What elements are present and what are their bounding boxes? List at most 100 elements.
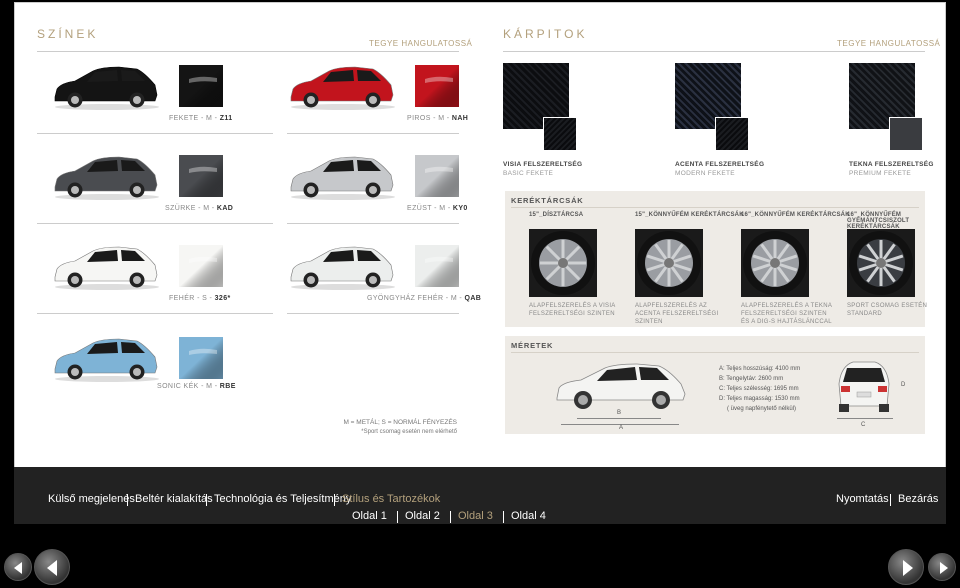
color-label: EZÜST - M - KY0 [407,205,468,212]
upholstery-title: VISIA FELSZERELTSÉG [503,161,583,168]
divider [37,133,273,134]
first-page-arrow-button[interactable] [4,553,32,581]
brochure-viewer: SZÍNEK TEGYE HANGULATOSSÁ FEKETE - M - Z… [0,0,960,588]
dimension-label-b: B [617,410,622,416]
car-side-view [556,363,686,409]
paint-footnote: *Sport csomag esetén nem elérhető [361,429,457,435]
color-code: QAB [464,295,482,302]
nav-separator [127,494,128,506]
divider [37,313,273,314]
navigation-bar: Külső megjelenés Beltér kialakítás Technol… [14,467,946,524]
wheel-description: SPORT CSOMAG ESETÉN STANDARD [847,303,928,317]
divider [503,51,925,52]
color-name: EZÜST - M - [407,205,453,212]
spec-item: A: Teljes hosszúság: 4100 mm [719,366,801,372]
wheel-description: ALAPFELSZERELÉS AZ ACENTA FELSZERELTSÉGI… [635,303,719,325]
close-link[interactable]: Bezárás [898,493,938,505]
dimensions-title: MÉRETEK [511,341,554,350]
dimensions-panel: MÉRETEK B A A: Teljes hosszúság: 4100 mm… [505,336,925,434]
color-label: SZÜRKE - M - KAD [165,205,233,212]
upholstery-title: TEKNA FELSZERELTSÉG [849,161,934,168]
nav-separator [334,494,335,506]
paint-swatch [415,245,459,287]
prev-page-arrow-button[interactable] [34,549,70,585]
page-link-4[interactable]: Oldal 4 [511,510,546,522]
dimension-label-c: C [861,422,866,428]
dimension-label-d: D [901,382,906,388]
page-link-2[interactable]: Oldal 2 [405,510,440,522]
colors-tagline: TEGYE HANGULATOSSÁ [369,39,473,48]
nav-separator [206,494,207,506]
paint-swatch [179,65,223,107]
page-link-1[interactable]: Oldal 1 [352,510,387,522]
nav-separator [890,494,891,506]
page-link-3[interactable]: Oldal 3 [458,510,493,522]
upholstery-subtitle: BASIC FEKETE [503,170,554,177]
divider [287,313,459,314]
paint-legend: M = METÁL; S = NORMÁL FÉNYEZÉS [343,419,457,426]
divider [511,207,919,208]
wheel-image [741,229,809,297]
dimension-label-a: A [619,425,624,431]
car-color-nah [287,63,397,111]
car-color-326 [51,243,161,291]
color-label: FEKETE - M - Z11 [169,115,233,122]
car-color-rbe [51,335,161,383]
divider [37,51,459,52]
color-name: FEHÉR - S - [169,295,215,302]
print-link[interactable]: Nyomtatás [836,493,889,505]
wheel-title: 16"_KÖNNYŰFÉM GYÉMÁNTCSISZOLT KERÉKTÁRCS… [847,212,910,230]
car-color-kad [51,153,161,201]
color-code: Z11 [219,115,233,122]
upholstery-title: ACENTA FELSZERELTSÉG [675,161,765,168]
color-label: SONIC KÉK - M - RBE [157,383,236,390]
spec-item: D: Teljes magasság: 1530 mm [719,396,800,402]
car-color-qab [287,243,397,291]
upholstery-heading: KÁRPITOK [503,27,588,41]
color-code: 326* [214,295,231,302]
color-code: KY0 [452,205,468,212]
wheel-title: 16"_KÖNNYŰFÉM KERÉKTÁRCSÁK [741,212,850,218]
colors-heading: SZÍNEK [37,27,99,41]
upholstery-tagline: TEGYE HANGULATOSSÁ [837,39,941,48]
trim-swatch [543,117,577,151]
spec-item: ( üveg napfénytető nélkül) [727,406,797,412]
paint-swatch [179,245,223,287]
nav-section-1[interactable]: Külső megjelenés [48,493,135,505]
dimension-line-b [577,418,661,419]
wheel-image [529,229,597,297]
brochure-page: SZÍNEK TEGYE HANGULATOSSÁ FEKETE - M - Z… [14,2,946,524]
color-label: GYÖNGYHÁZ FEHÉR - M - QAB [367,295,481,302]
nav-separator [450,511,451,523]
wheel-description: ALAPFELSZERELÉS A TEKNA FELSZERELTSÉGI S… [741,303,832,325]
spec-item: C: Teljes szélesség: 1695 mm [719,386,799,392]
color-name: FEKETE - M - [169,115,220,122]
color-name: SZÜRKE - M - [165,205,217,212]
wheel-description: ALAPFELSZERELÉS A VISIA FELSZERELTSÉGI S… [529,303,616,317]
paint-swatch [179,337,223,379]
nav-section-2[interactable]: Beltér kialakítás [135,493,213,505]
paint-swatch [415,65,459,107]
upholstery-subtitle: PREMIUM FEKETE [849,170,911,177]
color-label: PIROS - M - NAH [407,115,468,122]
nav-section-4[interactable]: Stílus és Tartozékok [342,493,440,505]
nav-section-3[interactable]: Technológia és Teljesítmény [214,493,351,505]
wheels-title: KERÉKTÁRCSÁK [511,196,584,205]
divider [511,352,919,353]
color-code: NAH [451,115,469,122]
paint-swatch [415,155,459,197]
color-code: RBE [219,383,236,390]
dimension-line-c [837,418,893,419]
arrow-left-icon [14,562,22,574]
arrow-right-icon [940,562,948,574]
last-page-arrow-button[interactable] [928,553,956,581]
color-label: FEHÉR - S - 326* [169,295,231,302]
trim-swatch [715,117,749,151]
car-color-z11 [51,63,161,111]
color-code: KAD [216,205,234,212]
car-rear-view [838,361,890,412]
nav-separator [503,511,504,523]
color-name: SONIC KÉK - M - [157,383,220,390]
next-page-arrow-button[interactable] [888,549,924,585]
upholstery-subtitle: MODERN FEKETE [675,170,735,177]
